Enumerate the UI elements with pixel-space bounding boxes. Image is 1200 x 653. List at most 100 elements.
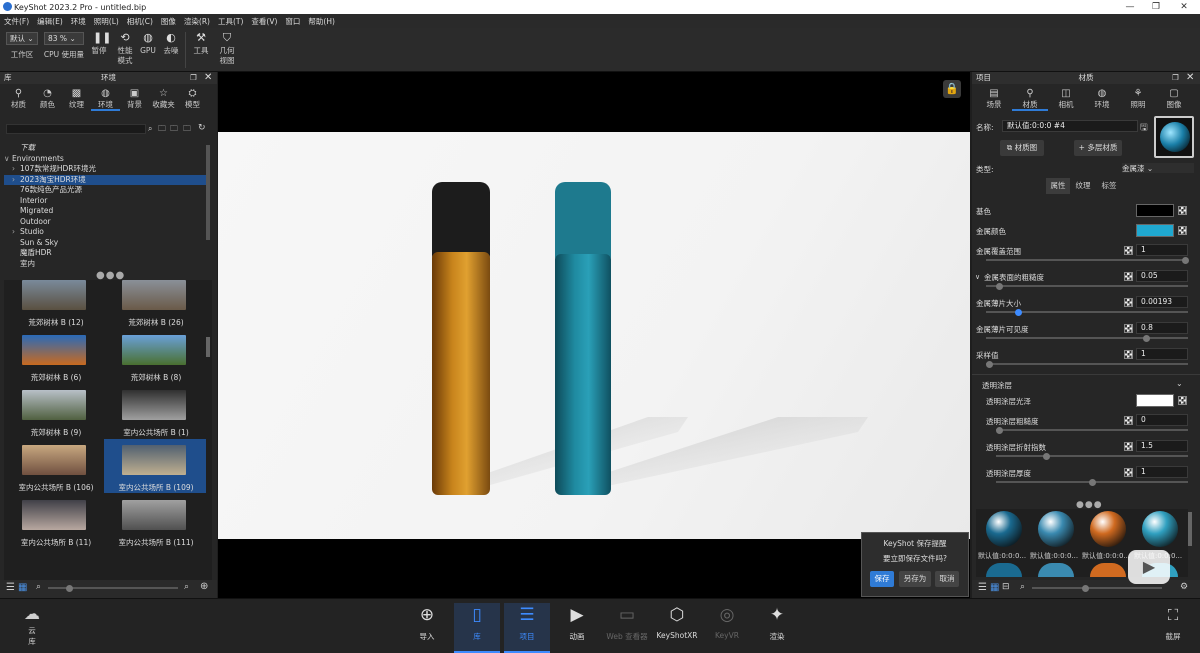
material-name-input[interactable]: 默认值:0:0:0 #4 bbox=[1002, 120, 1138, 132]
texture-map-icon[interactable] bbox=[1124, 272, 1133, 281]
environment-thumbnail[interactable] bbox=[22, 500, 86, 530]
property-slider[interactable] bbox=[996, 426, 1188, 434]
close-window-button[interactable]: ✕ bbox=[1170, 0, 1198, 14]
tab-environments[interactable]: ◍ 环境 bbox=[91, 88, 120, 111]
search-icon[interactable]: ⌕ bbox=[148, 124, 152, 134]
undock-icon[interactable]: ❐ bbox=[190, 72, 197, 84]
menu-image[interactable]: 图像 bbox=[161, 16, 176, 27]
expand-arrow-icon[interactable]: ∨ bbox=[4, 154, 12, 165]
color-swatch[interactable] bbox=[1136, 224, 1174, 237]
environment-thumbnail[interactable] bbox=[122, 335, 186, 365]
tree-item[interactable]: Outdoor bbox=[4, 217, 206, 228]
grid-view-icon[interactable]: ▦ bbox=[990, 582, 999, 593]
gpu-button[interactable]: ◍ GPU bbox=[138, 32, 158, 56]
material-ball[interactable] bbox=[986, 511, 1022, 547]
tab-environment[interactable]: ◍ 环境 bbox=[1084, 88, 1120, 111]
material-graph-button[interactable]: ⧉ 材质图 bbox=[1000, 140, 1044, 156]
zoom-in-icon[interactable]: ⌕ bbox=[184, 582, 189, 592]
menu-edit[interactable]: 编辑(E) bbox=[37, 16, 63, 27]
menu-tools[interactable]: 工具(T) bbox=[218, 16, 243, 27]
tree-item[interactable]: 下载 bbox=[4, 143, 206, 154]
property-value-input[interactable]: 1.5 bbox=[1136, 440, 1188, 452]
thumbnail-size-slider[interactable] bbox=[48, 584, 178, 592]
slider-knob[interactable] bbox=[1143, 334, 1150, 342]
video-play-overlay-icon[interactable]: ▶ bbox=[1128, 550, 1170, 584]
property-value-input[interactable]: 1 bbox=[1136, 348, 1188, 360]
texture-map-icon[interactable] bbox=[1124, 468, 1133, 477]
performance-mode-button[interactable]: ⟲ 性能 模式 bbox=[114, 32, 136, 66]
menu-window[interactable]: 窗口 bbox=[285, 16, 300, 27]
dialog-cancel-button[interactable]: 取消 bbox=[935, 571, 959, 587]
refresh-icon[interactable]: ↻ bbox=[198, 123, 206, 133]
texture-map-icon[interactable] bbox=[1124, 350, 1133, 359]
slider-knob[interactable] bbox=[1015, 308, 1022, 316]
expand-arrow-icon[interactable]: › bbox=[12, 164, 20, 175]
menu-view[interactable]: 查看(V) bbox=[251, 16, 277, 27]
texture-map-icon[interactable] bbox=[1124, 324, 1133, 333]
undock-icon[interactable]: ❐ bbox=[1172, 72, 1179, 84]
color-swatch[interactable] bbox=[1136, 204, 1174, 217]
tree-item[interactable]: 76款纯色产品光源 bbox=[4, 185, 206, 196]
material-type-select[interactable]: 金属漆 ⌄ bbox=[1122, 163, 1194, 173]
chevron-down-icon[interactable]: ⌄ bbox=[1176, 379, 1183, 388]
dialog-save-as-button[interactable]: 另存为 bbox=[899, 571, 931, 587]
cpu-usage-select[interactable]: 83 % ⌄ bbox=[44, 32, 84, 45]
subtab-properties[interactable]: 属性 bbox=[1046, 178, 1070, 194]
material-ball[interactable] bbox=[986, 563, 1022, 577]
slider-knob[interactable] bbox=[1182, 256, 1189, 264]
environment-thumbnail[interactable] bbox=[122, 445, 186, 475]
tab-favorites[interactable]: ☆ 收藏夹 bbox=[149, 88, 178, 111]
menu-lighting[interactable]: 照明(L) bbox=[94, 16, 119, 27]
pause-button[interactable]: ❚❚ 暂停 bbox=[88, 32, 112, 56]
close-panel-icon[interactable]: ✕ bbox=[204, 72, 212, 83]
menu-camera[interactable]: 相机(C) bbox=[127, 16, 153, 27]
tab-colors[interactable]: ◔ 颜色 bbox=[33, 88, 62, 111]
render-button[interactable]: ✦ 渲染 bbox=[754, 603, 800, 642]
tree-item[interactable]: Sun & Sky bbox=[4, 238, 206, 249]
property-value-input[interactable]: 1 bbox=[1136, 466, 1188, 478]
environment-thumbnail[interactable] bbox=[122, 280, 186, 310]
collapse-arrow-icon[interactable]: ∨ bbox=[975, 273, 980, 281]
slider-knob[interactable] bbox=[986, 360, 993, 368]
property-value-input[interactable]: 1 bbox=[1136, 244, 1188, 256]
menu-render[interactable]: 渲染(R) bbox=[184, 16, 210, 27]
tab-material[interactable]: ⚲ 材质 bbox=[1012, 88, 1048, 111]
list-view-icon[interactable]: ☰ bbox=[6, 582, 15, 593]
property-slider[interactable] bbox=[986, 256, 1189, 264]
import-folder-icon[interactable]: 🗀 bbox=[183, 123, 191, 137]
geometry-view-button[interactable]: ⛉ 几何 视图 bbox=[216, 32, 238, 66]
environment-thumbnail[interactable] bbox=[122, 390, 186, 420]
balls-scrollbar[interactable] bbox=[1188, 512, 1192, 546]
tree-item[interactable]: 室内 bbox=[4, 259, 206, 270]
menu-file[interactable]: 文件(F) bbox=[4, 16, 29, 27]
maximize-button[interactable]: ❐ bbox=[1142, 0, 1170, 14]
library-search-input[interactable] bbox=[6, 124, 146, 134]
material-ball[interactable] bbox=[1038, 511, 1074, 547]
save-material-icon[interactable]: 🖫 bbox=[1140, 120, 1148, 136]
property-value-input[interactable]: 0 bbox=[1136, 414, 1188, 426]
tree-item[interactable]: Interior bbox=[4, 196, 206, 207]
environment-thumbnail[interactable] bbox=[22, 335, 86, 365]
property-value-input[interactable]: 0.8 bbox=[1136, 322, 1188, 334]
add-icon[interactable]: ⊕ bbox=[200, 581, 208, 592]
workspace-select[interactable]: 默认 ⌄ bbox=[6, 32, 38, 45]
subtab-labels[interactable]: 标签 bbox=[1096, 178, 1122, 194]
lock-icon[interactable]: 🔒 bbox=[943, 80, 961, 98]
environment-thumbnail[interactable] bbox=[122, 500, 186, 530]
list-view-icon[interactable]: ☰ bbox=[978, 582, 987, 593]
texture-map-icon[interactable] bbox=[1178, 396, 1187, 405]
tab-scene[interactable]: ▤ 场景 bbox=[976, 88, 1012, 111]
tree-item[interactable]: Migrated bbox=[4, 206, 206, 217]
texture-map-icon[interactable] bbox=[1124, 298, 1133, 307]
web-viewer-button[interactable]: ▭ Web 查看器 bbox=[604, 603, 650, 642]
material-preview[interactable] bbox=[1154, 116, 1194, 158]
import-button[interactable]: ⊕ 导入 bbox=[404, 603, 450, 642]
texture-map-icon[interactable] bbox=[1178, 206, 1187, 215]
tree-view-icon[interactable]: ⊟ bbox=[1002, 582, 1010, 592]
tree-item[interactable]: 魔盾HDR bbox=[4, 248, 206, 259]
environment-thumbnail[interactable] bbox=[22, 390, 86, 420]
property-value-input[interactable]: 0.05 bbox=[1136, 270, 1188, 282]
library-button[interactable]: ▯ 库 bbox=[454, 603, 500, 653]
slider-knob[interactable] bbox=[66, 584, 73, 592]
tree-item[interactable]: › 107款常规HDR环境光 bbox=[4, 164, 206, 175]
